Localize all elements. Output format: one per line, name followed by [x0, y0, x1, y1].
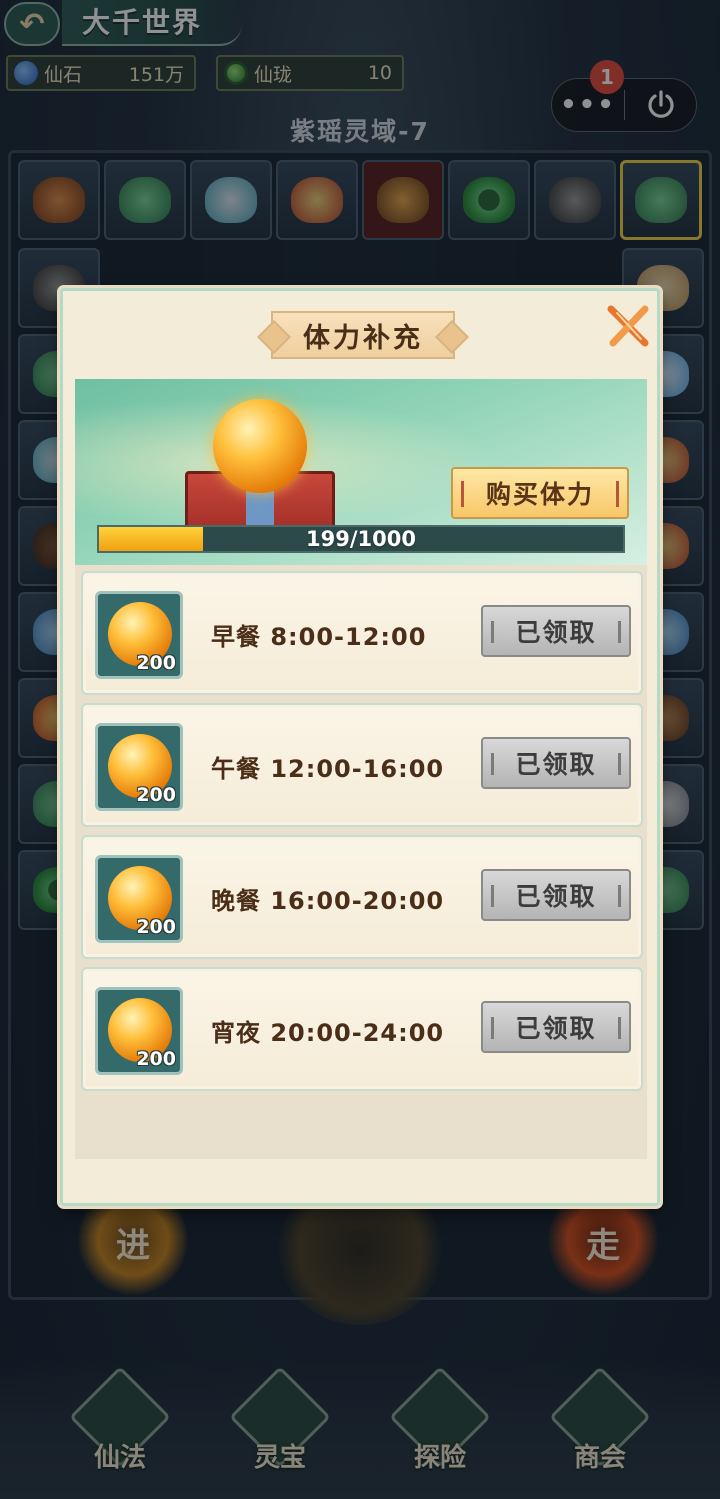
meal-time-label: 晚餐 16:00-20:00 — [211, 887, 445, 915]
stamina-progress-bar: 199/1000 — [97, 525, 625, 553]
claimed-button[interactable]: 已领取 — [481, 605, 631, 657]
stamina-orb-icon — [213, 399, 307, 493]
dialog-title: 体力补充 — [271, 311, 455, 359]
stamina-dialog: 体力补充 购买体力 199/1000 200 早餐 8:00-12:00 已领取 — [60, 288, 660, 1206]
reward-icon-frame: 200 — [95, 855, 183, 943]
claimed-button[interactable]: 已领取 — [481, 1001, 631, 1053]
stamina-progress-text: 199/1000 — [306, 527, 416, 551]
list-item-dinner: 200 晚餐 16:00-20:00 已领取 — [81, 835, 643, 959]
reward-icon-frame: 200 — [95, 723, 183, 811]
meal-time-label: 早餐 8:00-12:00 — [211, 623, 427, 651]
list-item-breakfast: 200 早餐 8:00-12:00 已领取 — [81, 571, 643, 695]
reward-amount: 200 — [136, 652, 176, 674]
list-item-late-night: 200 宵夜 20:00-24:00 已领取 — [81, 967, 643, 1091]
list-item-lunch: 200 午餐 12:00-16:00 已领取 — [81, 703, 643, 827]
close-x-icon — [607, 305, 649, 347]
meal-time-label: 宵夜 20:00-24:00 — [211, 1019, 445, 1047]
claimed-button[interactable]: 已领取 — [481, 737, 631, 789]
stamina-banner: 购买体力 199/1000 — [75, 379, 647, 565]
reward-icon-frame: 200 — [95, 591, 183, 679]
reward-amount: 200 — [136, 916, 176, 938]
reward-amount: 200 — [136, 784, 176, 806]
close-button[interactable] — [601, 301, 653, 353]
meal-list: 200 早餐 8:00-12:00 已领取 200 午餐 12:00-16:00… — [75, 565, 647, 1159]
claimed-button[interactable]: 已领取 — [481, 869, 631, 921]
meal-time-label: 午餐 12:00-16:00 — [211, 755, 445, 783]
reward-icon-frame: 200 — [95, 987, 183, 1075]
reward-amount: 200 — [136, 1048, 176, 1070]
buy-stamina-button[interactable]: 购买体力 — [451, 467, 629, 519]
